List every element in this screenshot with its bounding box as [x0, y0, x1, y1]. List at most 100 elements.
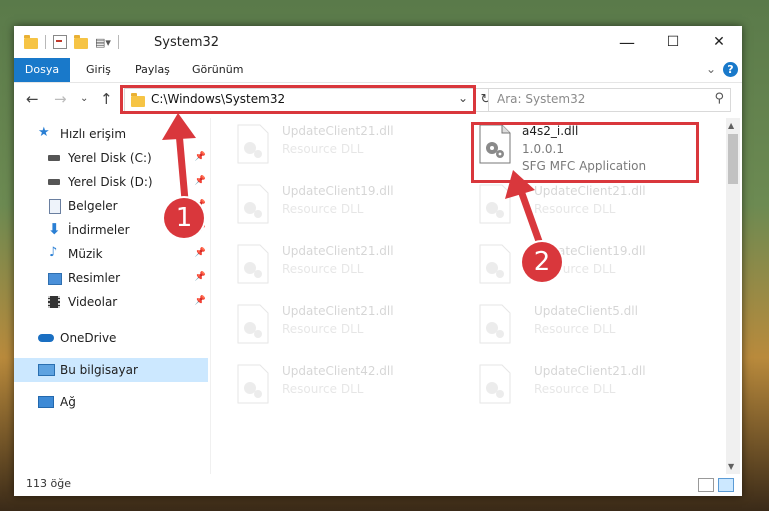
list-item[interactable]: UpdateClient19.dll Resource DLL	[214, 182, 442, 238]
sidebar-item-label: Bu bilgisayar	[60, 363, 138, 377]
quick-access-toolbar: ▤▾	[24, 34, 119, 49]
file-name: UpdateClient21.dll	[282, 304, 394, 318]
download-icon: ⬇	[48, 220, 61, 238]
pin-icon[interactable]: 📌	[195, 176, 206, 186]
scrollbar-thumb[interactable]	[728, 134, 738, 184]
list-item[interactable]: UpdateClient21.dll Resource DLL	[452, 182, 680, 238]
pin-icon[interactable]: 📌	[195, 152, 206, 162]
step-2-badge: 2	[522, 242, 562, 282]
dll-file-icon	[237, 184, 269, 224]
sidebar-item-label: İndirmeler	[68, 223, 130, 237]
file-name: UpdateClient21.dll	[534, 364, 646, 378]
list-item[interactable]: UpdateClient21.dll Resource DLL	[452, 362, 680, 418]
vertical-scrollbar[interactable]: ▲ ▼	[726, 118, 740, 474]
video-icon	[48, 296, 60, 308]
sidebar-item-label: OneDrive	[60, 331, 117, 345]
divider	[117, 35, 119, 49]
sidebar-item-network[interactable]: Ağ	[14, 390, 208, 414]
dll-file-icon	[479, 364, 511, 404]
sidebar-item-videos[interactable]: Videolar 📌	[14, 290, 208, 314]
list-item[interactable]: UpdateClient5.dll Resource DLL	[452, 302, 680, 358]
list-item[interactable]: UpdateClient21.dll Resource DLL	[214, 242, 442, 298]
scroll-down-icon[interactable]: ▼	[728, 462, 734, 471]
sidebar-item-label: Yerel Disk (D:)	[68, 175, 153, 189]
list-item[interactable]: UpdateClient21.dll Resource DLL	[214, 302, 442, 358]
ribbon: Dosya Giriş Paylaş Görünüm ⌄ ?	[14, 58, 742, 83]
tab-view[interactable]: Görünüm	[192, 58, 243, 82]
file-description: Resource DLL	[282, 142, 364, 156]
customize-icon[interactable]: ▤▾	[95, 36, 111, 49]
pin-icon[interactable]: 📌	[195, 272, 206, 282]
pin-icon[interactable]: 📌	[195, 248, 206, 258]
chevron-down-icon[interactable]: ⌄	[706, 62, 716, 76]
file-description: Resource DLL	[282, 262, 364, 276]
help-icon[interactable]: ?	[723, 62, 738, 77]
sidebar-item-label: Ağ	[60, 395, 76, 409]
folder-icon	[24, 34, 38, 49]
file-name: UpdateClient21.dll	[282, 124, 394, 138]
recent-locations-icon[interactable]: ⌄	[80, 93, 88, 104]
drive-icon	[48, 155, 60, 161]
close-button[interactable]: ✕	[696, 26, 742, 58]
divider	[45, 35, 46, 49]
maximize-button[interactable]: ☐	[650, 26, 696, 58]
details-view-icon[interactable]	[698, 478, 714, 492]
star-icon: ★	[38, 125, 50, 140]
status-bar: 113 öğe	[14, 474, 742, 496]
search-placeholder: Ara: System32	[497, 92, 586, 106]
sidebar-item-label: Videolar	[68, 295, 118, 309]
dll-file-icon	[237, 124, 269, 164]
file-description: Resource DLL	[534, 322, 616, 336]
sidebar-item-label: Belgeler	[68, 199, 118, 213]
file-name: UpdateClient19.dll	[282, 184, 394, 198]
network-icon	[38, 396, 54, 408]
sidebar-item-label: Yerel Disk (C:)	[68, 151, 152, 165]
sidebar-item-onedrive[interactable]: OneDrive	[14, 326, 208, 350]
dll-file-icon	[479, 184, 511, 224]
item-count: 113 öğe	[26, 477, 71, 490]
minimize-button[interactable]: —	[604, 26, 650, 58]
list-item[interactable]: UpdateClient19.dll Resource DLL	[452, 242, 680, 298]
sidebar-item-pictures[interactable]: Resimler 📌	[14, 266, 208, 290]
file-name: UpdateClient21.dll	[282, 244, 394, 258]
pictures-icon	[48, 273, 62, 285]
sidebar-item-drive-d[interactable]: Yerel Disk (D:) 📌	[14, 170, 208, 194]
tab-file[interactable]: Dosya	[14, 58, 70, 82]
file-name: UpdateClient5.dll	[534, 304, 638, 318]
sidebar-item-label: Resimler	[68, 271, 121, 285]
title-bar: ▤▾ System32 — ☐ ✕	[14, 26, 742, 58]
sidebar-item-music[interactable]: ♪ Müzik 📌	[14, 242, 208, 266]
list-item[interactable]: UpdateClient21.dll Resource DLL	[214, 122, 442, 178]
up-arrow-icon[interactable]: ↑	[100, 90, 113, 108]
sidebar-item-label: Müzik	[68, 247, 103, 261]
pin-icon[interactable]: 📌	[195, 296, 206, 306]
dll-file-icon	[479, 304, 511, 344]
properties-icon[interactable]	[53, 35, 67, 49]
documents-icon	[49, 199, 61, 214]
dll-file-icon	[479, 244, 511, 284]
new-folder-icon[interactable]	[74, 34, 88, 49]
step-1-badge: 1	[164, 198, 204, 238]
sidebar-item-drive-c[interactable]: Yerel Disk (C:) 📌	[14, 146, 208, 170]
tab-home[interactable]: Giriş	[86, 58, 111, 82]
list-item[interactable]: UpdateClient42.dll Resource DLL	[214, 362, 442, 418]
search-input[interactable]: Ara: System32 ⚲	[488, 88, 731, 112]
music-icon: ♪	[49, 245, 58, 260]
large-icons-view-icon[interactable]	[718, 478, 734, 492]
address-highlight-box	[120, 85, 476, 114]
cloud-icon	[38, 334, 54, 342]
file-description: Resource DLL	[282, 202, 364, 216]
dll-file-icon	[237, 304, 269, 344]
sidebar-item-quick-access[interactable]: ★ Hızlı erişim	[14, 122, 208, 146]
scroll-up-icon[interactable]: ▲	[728, 121, 734, 130]
tab-share[interactable]: Paylaş	[135, 58, 170, 82]
sidebar-item-this-pc[interactable]: Bu bilgisayar	[14, 358, 208, 382]
file-highlight-box	[471, 122, 699, 183]
search-icon[interactable]: ⚲	[714, 91, 724, 106]
drive-icon	[48, 179, 60, 185]
back-arrow-icon[interactable]: ←	[26, 90, 39, 108]
forward-arrow-icon[interactable]: →	[54, 90, 67, 108]
computer-icon	[38, 364, 55, 376]
file-description: Resource DLL	[282, 382, 364, 396]
pane-divider[interactable]	[210, 118, 211, 474]
